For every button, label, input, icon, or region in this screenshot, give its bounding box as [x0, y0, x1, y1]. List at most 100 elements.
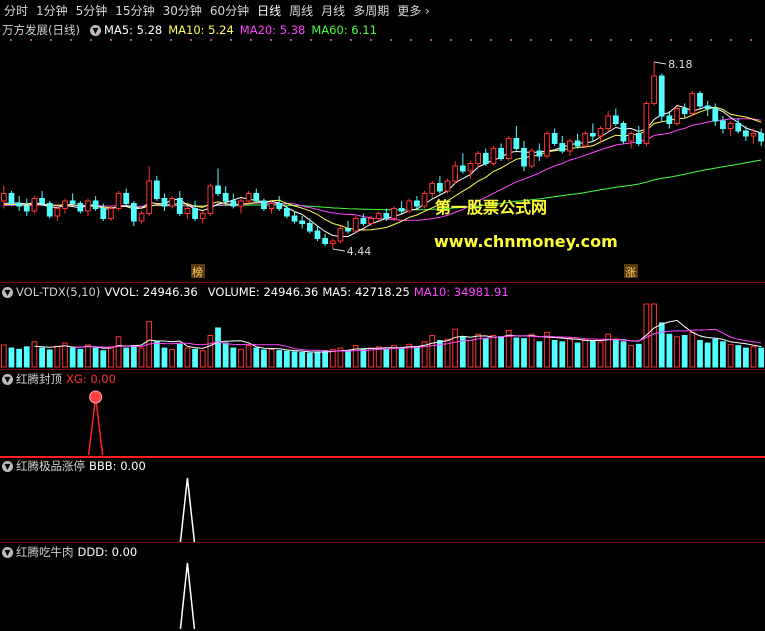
vol-volume: VOLUME: 24946.36 — [207, 285, 319, 299]
period-tab-8[interactable]: 月线 — [317, 1, 349, 21]
panel-menu-icon[interactable]: ▼ — [2, 373, 13, 385]
candle-body — [666, 115, 673, 124]
top-marker-dot — [650, 39, 652, 41]
more-periods-button[interactable]: 更多 › — [393, 1, 434, 21]
candlestick-chart[interactable]: 8.18 4.44 第一股票公式网 www.chnmoney.com 榜 涨 — [0, 38, 765, 281]
period-tab-7[interactable]: 周线 — [285, 1, 317, 21]
candle-body — [176, 198, 183, 214]
vol-ma5: MA5: 42718.25 — [322, 285, 410, 299]
volume-bar — [482, 338, 489, 368]
top-marker-dot — [730, 39, 732, 41]
candle-body — [199, 213, 206, 219]
panel-menu-icon[interactable]: ▼ — [2, 286, 13, 298]
candle-body — [398, 208, 405, 212]
ind2-header: ▼ 红腾极品涨停 BBB: 0.00 — [2, 458, 156, 474]
candle-body — [383, 213, 390, 219]
ind2-value: BBB: 0.00 — [89, 459, 146, 473]
top-marker-dot — [510, 39, 512, 41]
volume-bar — [750, 346, 757, 368]
candle-body — [597, 128, 604, 137]
volume-bar — [69, 347, 76, 368]
candle-body — [444, 180, 451, 192]
volume-bar — [590, 340, 596, 368]
ind1-chart[interactable] — [0, 387, 765, 457]
volume-bar — [612, 340, 619, 368]
volume-bar — [368, 347, 374, 368]
top-marker-dot — [630, 39, 632, 41]
candle-body — [758, 133, 765, 142]
candle-body — [605, 115, 612, 129]
candle-body — [567, 140, 573, 152]
volume-bar — [85, 344, 91, 368]
volume-bar — [398, 347, 405, 368]
vol-vvol: VVOL: 24946.36 — [104, 285, 198, 299]
top-marker-dot — [70, 39, 72, 41]
candle-body — [559, 143, 566, 152]
volume-bar — [658, 322, 665, 368]
volume-bar — [743, 347, 749, 368]
volume-bar — [192, 348, 198, 368]
ind3-chart[interactable] — [0, 560, 765, 631]
watermark-url: www.chnmoney.com — [434, 232, 618, 251]
ind2-chart[interactable] — [0, 474, 765, 544]
candle-body — [375, 213, 382, 219]
volume-bar — [628, 345, 634, 368]
volume-bar — [253, 347, 260, 368]
volume-bar — [138, 347, 145, 368]
volume-bar — [23, 346, 30, 368]
candle-body — [77, 203, 84, 212]
candle-body — [329, 240, 336, 244]
volume-bar — [131, 345, 137, 368]
period-tab-5[interactable]: 60分钟 — [206, 1, 253, 21]
volume-bar — [207, 335, 214, 368]
candle-body — [153, 180, 160, 199]
candle-body — [536, 150, 543, 157]
candle-body — [337, 228, 344, 242]
period-tab-2[interactable]: 5分钟 — [72, 1, 112, 21]
candle-body — [46, 203, 53, 217]
candle-body — [69, 200, 76, 204]
vol-panel-header: ▼ VOL-TDX(5,10) VVOL: 24946.36 VOLUME: 2… — [2, 284, 519, 300]
tag-bang-label: 榜 — [192, 265, 203, 279]
panel-divider — [0, 542, 765, 543]
period-tab-6[interactable]: 日线 — [253, 1, 285, 21]
top-marker-dot — [290, 39, 292, 41]
period-tab-0[interactable]: 分时 — [0, 1, 32, 21]
volume-chart[interactable] — [0, 300, 765, 368]
volume-bar — [108, 346, 114, 368]
panel-menu-icon[interactable]: ▼ — [2, 546, 13, 558]
volume-bar — [597, 341, 604, 368]
top-marker-dot — [450, 39, 452, 41]
volume-bar — [452, 328, 459, 368]
panel-menu-icon[interactable]: ▼ — [89, 24, 101, 36]
vol-ma10: MA10: 34981.91 — [413, 285, 509, 299]
candle-body — [23, 205, 30, 212]
candle-body — [643, 103, 650, 144]
volume-bar — [314, 351, 321, 368]
volume-bar — [567, 337, 573, 368]
top-marker-dot — [210, 39, 212, 41]
candle-body — [528, 150, 535, 167]
candle-body — [222, 193, 229, 202]
candle-body — [635, 133, 642, 144]
candle-body — [467, 163, 474, 172]
top-marker-dot — [490, 39, 492, 41]
candle-body — [161, 198, 168, 207]
candle-body — [284, 208, 290, 217]
top-marker-dot — [690, 39, 692, 41]
volume-bar — [222, 342, 229, 368]
period-tab-4[interactable]: 30分钟 — [159, 1, 206, 21]
candle-body — [459, 165, 466, 172]
top-marker-dot — [550, 39, 552, 41]
top-marker-dot — [390, 39, 392, 41]
period-tab-1[interactable]: 1分钟 — [32, 1, 72, 21]
top-marker-dot — [470, 39, 472, 41]
period-tab-3[interactable]: 15分钟 — [111, 1, 158, 21]
candle-body — [368, 218, 374, 224]
candle-body — [230, 200, 237, 207]
period-tab-9[interactable]: 多周期 — [349, 1, 393, 21]
candle-body — [245, 193, 252, 202]
top-marker-dot — [110, 39, 112, 41]
panel-menu-icon[interactable]: ▼ — [2, 460, 13, 472]
volume-bar — [169, 348, 175, 368]
